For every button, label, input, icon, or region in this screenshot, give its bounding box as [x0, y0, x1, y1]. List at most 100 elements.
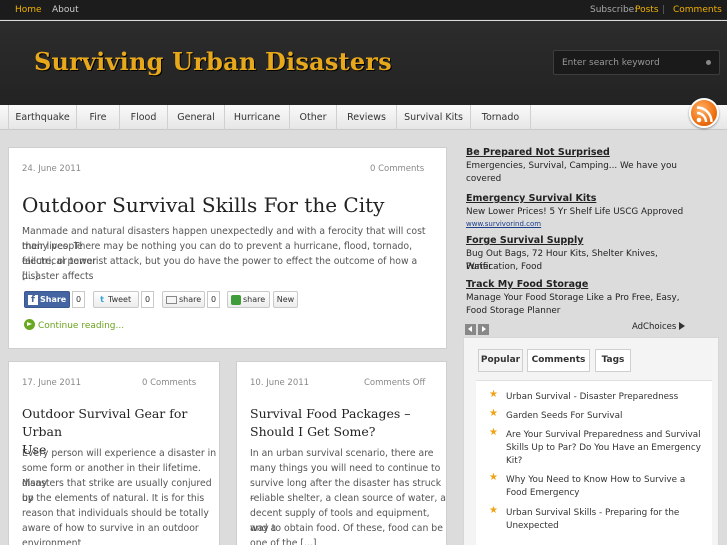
post-excerpt-line: [...]	[22, 271, 39, 282]
ad-next-icon[interactable]	[478, 324, 489, 335]
ad-url[interactable]: www.survivorind.com	[466, 220, 541, 228]
post-title[interactable]: Survival Food Packages – Should I Get So…	[250, 405, 440, 441]
continue-reading-label: Continue reading...	[38, 321, 125, 331]
tab-comments[interactable]: Comments	[527, 349, 590, 372]
sharethis-label: share	[243, 295, 266, 304]
top-link-about[interactable]: About	[52, 5, 79, 15]
adchoices-icon	[678, 322, 685, 330]
post-excerpt-line: environment	[22, 538, 82, 545]
ad-text-line: New Lower Prices! 5 Yr Shelf Life USCG A…	[466, 207, 684, 217]
adchoices-link[interactable]: AdChoices	[632, 322, 685, 332]
nav-item-other[interactable]: Other	[290, 105, 337, 130]
popular-item[interactable]: Urban Survival - Disaster Preparedness	[506, 391, 711, 404]
ad-headline[interactable]: Be Prepared Not Surprised	[466, 147, 610, 158]
post-date: 10. June 2011	[250, 378, 310, 388]
subscribe-label: Subscribe:	[590, 5, 638, 15]
twitter-icon: t	[100, 294, 104, 304]
popular-item[interactable]: Why You Need to Know How to Survive a Fo…	[506, 474, 711, 500]
post-excerpt-line: aware of how to survive in an outdoor	[22, 523, 199, 534]
facebook-share-label: Share	[40, 295, 67, 304]
post-excerpt-line: Every person will experience a disaster …	[22, 448, 217, 459]
facebook-icon: f	[28, 294, 38, 305]
post-title[interactable]: Outdoor Survival Skills For the City	[22, 193, 384, 217]
star-icon: ★	[489, 389, 498, 400]
nav-item-fire[interactable]: Fire	[77, 105, 120, 130]
popular-list: ★ Urban Survival - Disaster Preparedness…	[476, 380, 712, 545]
ad-prev-icon[interactable]	[465, 324, 476, 335]
post-date: 24. June 2011	[22, 164, 82, 174]
post-excerpt-line: reliable shelter, a clean source of wate…	[250, 493, 446, 504]
ad-text-line: covered	[466, 174, 502, 184]
star-icon: ★	[489, 472, 498, 483]
sidebar-ads: Be Prepared Not Surprised Emergencies, S…	[463, 145, 689, 337]
popular-item-line: Urban Survival Skills - Preparing for th…	[506, 508, 680, 518]
tabbed-widget: Popular Comments Tags ★ Urban Survival -…	[463, 337, 719, 545]
nav-item-hurricane[interactable]: Hurricane	[225, 105, 290, 130]
popular-item[interactable]: Are Your Survival Preparedness and Survi…	[506, 429, 711, 468]
ad-text-line: Manage Your Food Storage Like a Pro Free…	[466, 293, 680, 303]
new-share-button[interactable]: New	[273, 291, 298, 308]
post-title-line: Outdoor Survival Gear for Urban	[22, 406, 188, 439]
popular-item-line: Are Your Survival Preparedness and Survi…	[506, 430, 701, 440]
search-icon[interactable]	[706, 60, 711, 65]
email-share-button[interactable]: share	[162, 291, 205, 308]
post-excerpt-line: reason that individuals should be totall…	[22, 508, 209, 519]
search-box	[553, 50, 720, 75]
search-input[interactable]	[562, 56, 692, 70]
tab-tags[interactable]: Tags	[595, 349, 631, 372]
email-share-count: 0	[207, 291, 221, 308]
star-icon: ★	[489, 505, 498, 516]
nav-item-survival-kits[interactable]: Survival Kits	[397, 105, 471, 130]
category-nav: Earthquake Fire Flood General Hurricane …	[0, 105, 727, 130]
popular-item-line: Food Emergency	[506, 488, 580, 498]
subscribe-separator: |	[662, 5, 666, 15]
popular-item-line: Skills Up to Par? Do You Have an Emergen…	[506, 443, 701, 453]
nav-item-tornado[interactable]: Tornado	[471, 105, 531, 130]
post-comments-count[interactable]: 0 Comments	[370, 164, 424, 174]
subscribe-comments-link[interactable]: Comments	[673, 5, 722, 15]
popular-item[interactable]: Urban Survival Skills - Preparing for th…	[506, 507, 711, 533]
top-link-home[interactable]: Home	[15, 5, 42, 15]
popular-item-line: Unexpected	[506, 521, 559, 531]
featured-post: 24. June 2011 0 Comments Outdoor Surviva…	[8, 147, 447, 349]
email-icon	[166, 295, 177, 304]
twitter-share-count: 0	[141, 291, 155, 308]
post-excerpt-line: by the elements of natural. It is for th…	[22, 493, 205, 504]
popular-item-line: Urban Survival - Disaster Preparedness	[506, 392, 679, 402]
twitter-share-button[interactable]: t Tweet	[93, 291, 139, 308]
post-comments-count[interactable]: 0 Comments	[142, 378, 196, 388]
sharethis-icon	[231, 294, 241, 305]
post-excerpt-line: many things you will need to continue to	[250, 463, 441, 474]
post-comments-count[interactable]: Comments Off	[364, 378, 425, 388]
ad-text-line: Purification, Food	[466, 262, 543, 272]
tab-popular[interactable]: Popular	[478, 349, 523, 372]
popular-item[interactable]: Garden Seeds For Survival	[506, 410, 711, 423]
post-excerpt-line: In an urban survival scenario, there are	[250, 448, 434, 459]
nav-item-flood[interactable]: Flood	[120, 105, 168, 130]
post-card: 17. June 2011 0 Comments Outdoor Surviva…	[8, 361, 220, 545]
email-share-label: share	[179, 295, 202, 304]
ad-text-line: Food Storage Planner	[466, 306, 561, 316]
continue-reading-link[interactable]: Continue reading...	[24, 319, 124, 331]
ad-headline[interactable]: Emergency Survival Kits	[466, 193, 596, 204]
facebook-share-count: 0	[72, 291, 86, 308]
ad-headline[interactable]: Forge Survival Supply	[466, 235, 583, 246]
sharethis-button[interactable]: share	[227, 291, 270, 308]
continue-arrow-icon	[24, 319, 35, 330]
ad-text-line: Emergencies, Survival, Camping... We hav…	[466, 161, 677, 171]
twitter-share-label: Tweet	[108, 295, 132, 304]
nav-item-reviews[interactable]: Reviews	[337, 105, 397, 130]
nav-item-general[interactable]: General	[168, 105, 225, 130]
post-excerpt-line: one of the [...]	[250, 538, 317, 545]
subscribe-posts-link[interactable]: Posts	[635, 5, 659, 15]
facebook-share-button[interactable]: f Share	[24, 291, 70, 308]
top-bar: Home About Subscribe: Posts | Comments	[0, 0, 727, 20]
site-logo[interactable]: Surviving Urban Disasters	[34, 47, 392, 76]
adchoices-label: AdChoices	[632, 322, 677, 332]
post-title-line: Survival Food Packages –	[250, 406, 411, 421]
rss-icon[interactable]	[689, 98, 719, 128]
popular-item-line: Garden Seeds For Survival	[506, 411, 623, 421]
ad-headline[interactable]: Track My Food Storage	[466, 279, 588, 290]
post-excerpt-line: way to obtain food. Of these, food can b…	[250, 523, 443, 534]
nav-item-earthquake[interactable]: Earthquake	[8, 105, 77, 130]
